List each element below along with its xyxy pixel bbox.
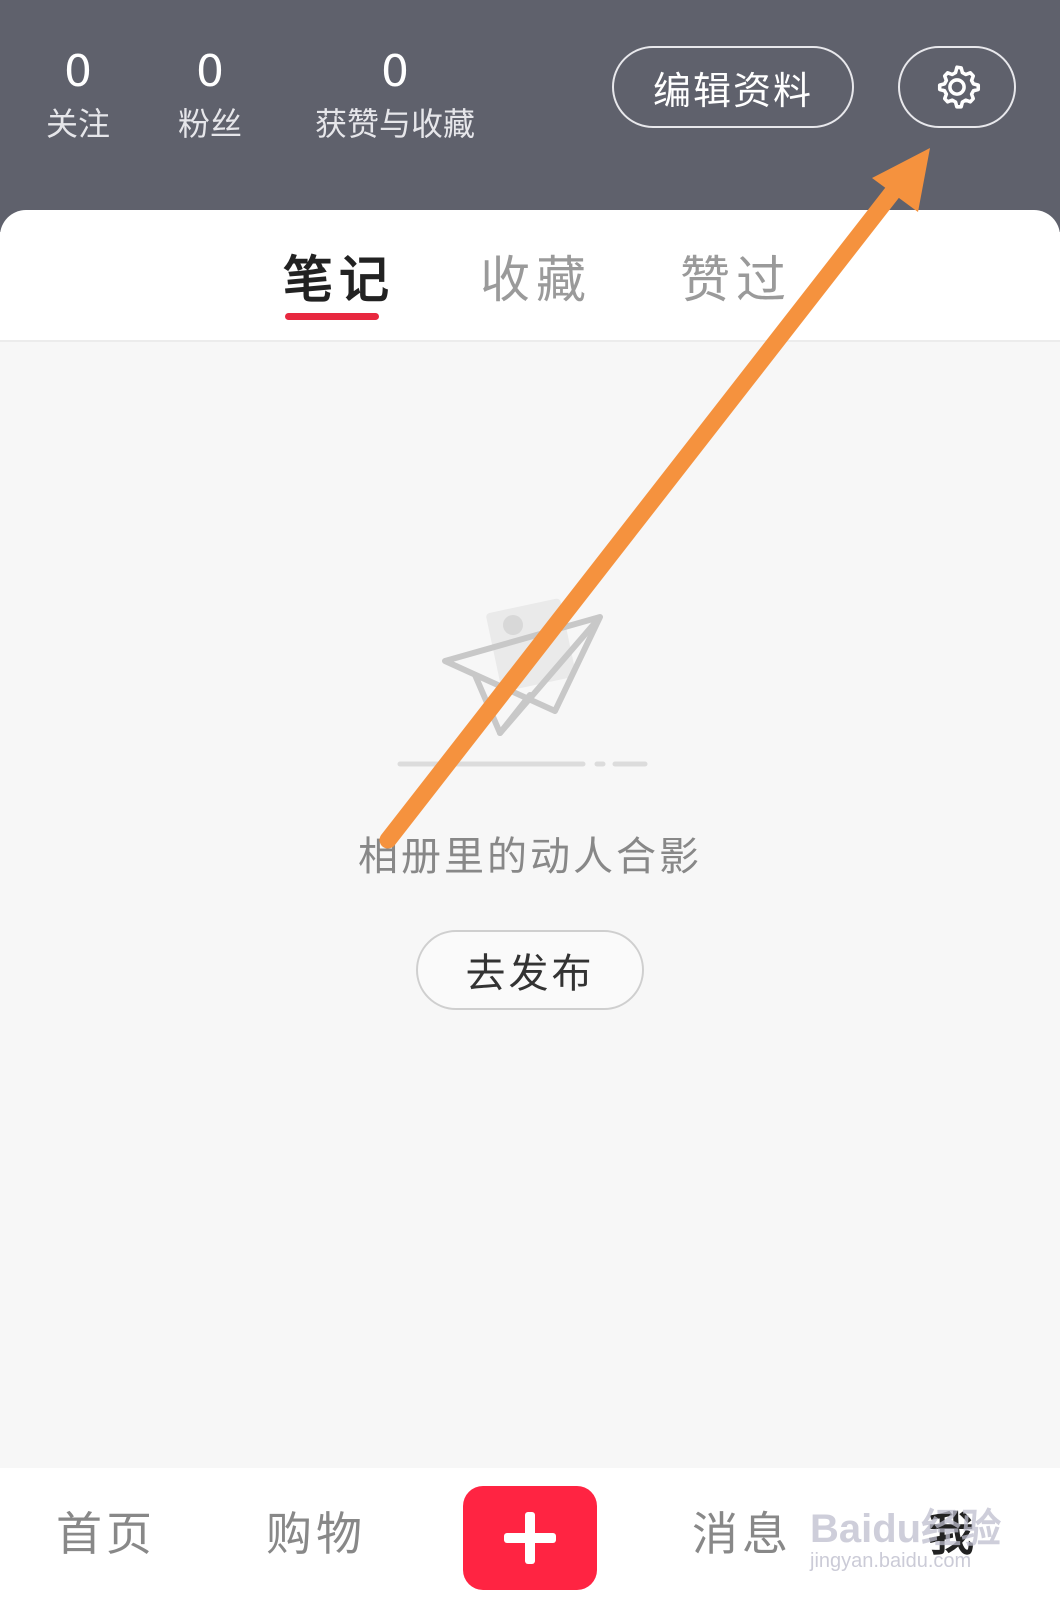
- watermark-text: Baidu经验: [810, 1507, 1002, 1551]
- active-tab-indicator: [285, 313, 379, 320]
- stat-followers[interactable]: 0 粉丝: [170, 44, 250, 146]
- nav-home[interactable]: 首页: [56, 1498, 156, 1564]
- paper-plane-icon: [397, 598, 648, 767]
- tab-liked[interactable]: 赞过: [680, 248, 792, 312]
- stat-likes-and-saves[interactable]: 0 获赞与收藏: [305, 44, 485, 146]
- baidu-watermark: Baidu经验 jingyan.baidu.com: [810, 1484, 1010, 1584]
- profile-header: 0 关注 0 粉丝 0 获赞与收藏 编辑资料: [0, 0, 1060, 232]
- nav-messages[interactable]: 消息: [692, 1498, 792, 1564]
- publish-button[interactable]: 去发布: [416, 930, 644, 1010]
- gear-icon: [937, 65, 981, 109]
- plus-icon: [504, 1512, 556, 1564]
- content-tabs-panel: 笔记 收藏 赞过: [0, 210, 1060, 342]
- followers-label: 粉丝: [177, 105, 242, 143]
- nav-shopping[interactable]: 购物: [266, 1498, 366, 1564]
- create-post-button[interactable]: [463, 1486, 597, 1590]
- tab-favorites[interactable]: 收藏: [480, 248, 592, 312]
- watermark-url: jingyan.baidu.com: [810, 1550, 972, 1572]
- settings-button[interactable]: [898, 46, 1016, 128]
- likes-label: 获赞与收藏: [314, 105, 475, 143]
- followers-count: 0: [196, 46, 224, 97]
- following-count: 0: [64, 46, 92, 97]
- stat-following[interactable]: 0 关注: [38, 44, 118, 146]
- following-label: 关注: [45, 105, 110, 143]
- tab-notes[interactable]: 笔记: [283, 248, 395, 312]
- likes-count: 0: [381, 46, 409, 97]
- empty-state-message: 相册里的动人合影: [358, 834, 702, 880]
- edit-profile-button[interactable]: 编辑资料: [612, 46, 854, 128]
